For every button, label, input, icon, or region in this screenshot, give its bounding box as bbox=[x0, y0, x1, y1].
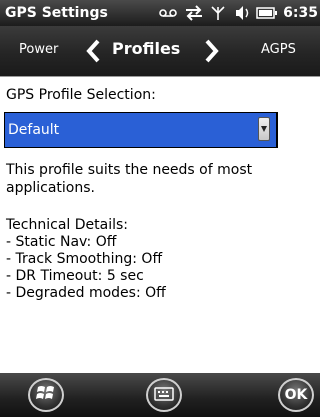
profiles-panel: GPS Profile Selection: Default This prof… bbox=[0, 77, 320, 373]
ok-label: OK bbox=[284, 387, 308, 403]
detail-track-smoothing: - Track Smoothing: Off bbox=[6, 251, 163, 267]
voicemail-icon bbox=[158, 3, 178, 23]
detail-static-nav: - Static Nav: Off bbox=[6, 234, 117, 250]
detail-dr-timeout: - DR Timeout: 5 sec bbox=[6, 268, 144, 284]
tab-power[interactable]: Power bbox=[19, 41, 58, 59]
windows-logo-icon bbox=[36, 384, 56, 406]
tab-agps[interactable]: AGPS bbox=[261, 41, 296, 59]
ok-button[interactable]: OK bbox=[278, 378, 314, 412]
chevron-left-icon[interactable] bbox=[85, 39, 101, 63]
status-bar: GPS Settings 6:35 bbox=[0, 0, 320, 26]
chevron-right-icon[interactable] bbox=[204, 39, 220, 63]
dropdown-arrow-icon[interactable] bbox=[258, 117, 270, 141]
keyboard-button[interactable] bbox=[146, 378, 182, 412]
bottom-bar: OK bbox=[0, 373, 320, 417]
volume-icon bbox=[234, 3, 252, 23]
data-sync-icon bbox=[183, 3, 205, 23]
keyboard-icon bbox=[154, 386, 174, 405]
signal-icon bbox=[210, 3, 226, 23]
tab-navigation: Power Profiles AGPS bbox=[0, 26, 320, 77]
technical-details-heading: Technical Details: bbox=[6, 217, 128, 233]
clock: 6:35 bbox=[283, 5, 318, 21]
technical-details: Technical Details: - Static Nav: Off - T… bbox=[6, 217, 166, 302]
gps-profile-dropdown[interactable]: Default bbox=[4, 112, 278, 148]
selected-profile-value: Default bbox=[8, 122, 60, 138]
gps-profile-selection-label: GPS Profile Selection: bbox=[6, 87, 156, 103]
windows-start-button[interactable] bbox=[28, 378, 64, 412]
profile-description: This profile suits the needs of most app… bbox=[6, 162, 253, 196]
tab-profiles[interactable]: Profiles bbox=[112, 39, 180, 59]
app-title: GPS Settings bbox=[5, 5, 108, 21]
detail-degraded-modes: - Degraded modes: Off bbox=[6, 285, 166, 301]
battery-icon bbox=[256, 3, 278, 23]
